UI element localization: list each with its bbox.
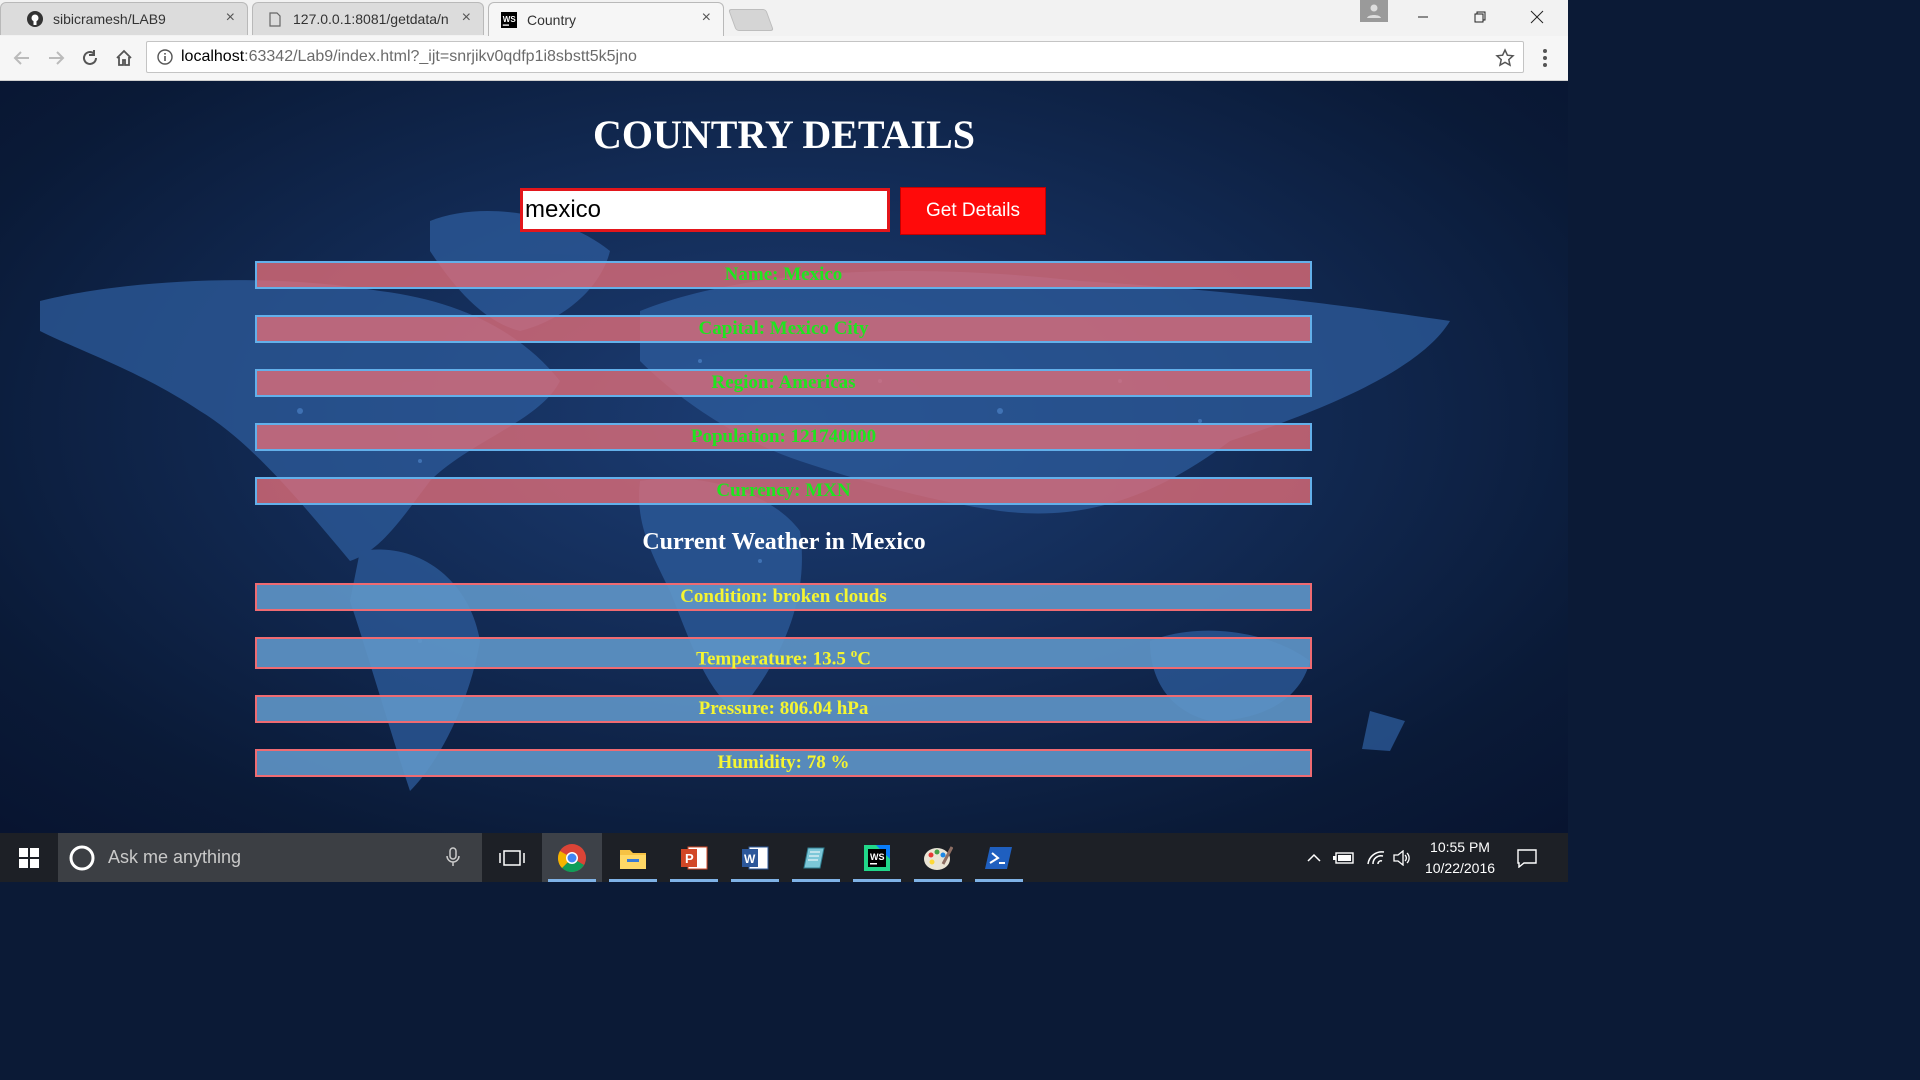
- windows-start-icon[interactable]: [0, 833, 58, 882]
- github-icon: [27, 11, 43, 27]
- address-bar[interactable]: localhost:63342/Lab9/index.html?_ijt=snr…: [146, 41, 1524, 73]
- country-search-input[interactable]: [520, 188, 890, 232]
- home-icon[interactable]: [112, 46, 136, 70]
- page-title: COUNTRY DETAILS: [593, 112, 975, 157]
- tab-label: Country: [527, 12, 577, 28]
- cortana-placeholder: Ask me anything: [108, 847, 242, 867]
- browser-tab-bar: sibicramesh/LAB9 × 127.0.0.1:8081/getdat…: [0, 0, 1568, 37]
- minimize-icon[interactable]: [1400, 0, 1446, 34]
- info-icon[interactable]: [157, 49, 173, 65]
- tab-github[interactable]: sibicramesh/LAB9 ×: [0, 2, 248, 35]
- clock-date: 10/22/2016: [1424, 860, 1496, 876]
- task-view-icon[interactable]: [482, 833, 542, 882]
- url-path: :63342/Lab9/index.html?_ijt=snrjikv0qdfp…: [244, 48, 637, 65]
- powerpoint-icon[interactable]: P: [664, 833, 724, 882]
- word-icon[interactable]: W: [725, 833, 785, 882]
- svg-text:WS: WS: [870, 852, 885, 862]
- clock-time: 10:55 PM: [1430, 839, 1490, 855]
- document-icon: [267, 11, 283, 27]
- tab-close-icon[interactable]: ×: [702, 9, 711, 27]
- paint-icon[interactable]: [908, 833, 968, 882]
- country-currency-row: Currency: MXN: [255, 477, 1312, 505]
- country-name-row: Name: Mexico: [255, 261, 1312, 289]
- webstorm-taskbar-icon[interactable]: WS: [847, 833, 907, 882]
- show-hidden-icons-icon[interactable]: [1302, 833, 1326, 882]
- country-region-row: Region: Americas: [255, 369, 1312, 397]
- chrome-taskbar-icon[interactable]: [542, 833, 602, 882]
- get-details-button[interactable]: Get Details: [900, 187, 1046, 235]
- wifi-icon[interactable]: [1362, 833, 1390, 882]
- back-icon[interactable]: [10, 46, 34, 70]
- close-window-icon[interactable]: [1514, 0, 1560, 34]
- powershell-icon[interactable]: [969, 833, 1029, 882]
- restore-icon[interactable]: [1457, 0, 1503, 34]
- tab-label: sibicramesh/LAB9: [53, 11, 166, 27]
- bookmark-star-icon[interactable]: [1495, 48, 1515, 68]
- svg-text:W: W: [744, 852, 756, 866]
- battery-icon[interactable]: [1330, 833, 1358, 882]
- weather-pressure-row: Pressure: 806.04 hPa: [255, 695, 1312, 723]
- cortana-icon: [68, 844, 96, 872]
- svg-text:WS: WS: [503, 15, 517, 24]
- forward-icon[interactable]: [44, 46, 68, 70]
- url-host: localhost: [181, 48, 245, 65]
- microphone-icon[interactable]: [446, 847, 460, 867]
- weather-heading: Current Weather in Mexico: [642, 529, 926, 555]
- tab-country[interactable]: WS Country ×: [488, 2, 724, 37]
- tab-getdata[interactable]: 127.0.0.1:8081/getdata/n ×: [252, 2, 484, 35]
- country-population-row: Population: 121740000: [255, 423, 1312, 451]
- tab-close-icon[interactable]: ×: [226, 9, 235, 27]
- new-tab-button[interactable]: [727, 9, 775, 31]
- browser-toolbar: localhost:63342/Lab9/index.html?_ijt=snr…: [0, 36, 1568, 81]
- browser-menu-icon[interactable]: [1535, 46, 1555, 70]
- weather-humidity-row: Humidity: 78 %: [255, 749, 1312, 777]
- country-capital-row: Capital: Mexico City: [255, 315, 1312, 343]
- svg-text:P: P: [685, 851, 694, 866]
- reload-icon[interactable]: [78, 46, 102, 70]
- file-explorer-icon[interactable]: [603, 833, 663, 882]
- temperature-value: Temperature: 13.5: [696, 648, 851, 670]
- action-center-icon[interactable]: [1512, 833, 1542, 882]
- weather-condition-row: Condition: broken clouds: [255, 583, 1312, 611]
- windows-taskbar: Ask me anything P W WS 10:55 PM 10/22/20…: [0, 833, 1568, 882]
- cortana-search-box[interactable]: Ask me anything: [58, 833, 482, 882]
- notepad-icon[interactable]: [786, 833, 846, 882]
- temperature-unit: C: [857, 648, 871, 670]
- tab-close-icon[interactable]: ×: [462, 9, 471, 27]
- profile-icon[interactable]: [1360, 0, 1388, 22]
- system-clock[interactable]: 10:55 PM 10/22/2016: [1410, 837, 1510, 879]
- page-viewport: COUNTRY DETAILS Get Details Name: Mexico…: [0, 81, 1568, 833]
- tab-label: 127.0.0.1:8081/getdata/n: [293, 11, 449, 27]
- webstorm-icon: WS: [501, 12, 517, 28]
- weather-temperature-row: Temperature: 13.5 oC: [255, 637, 1312, 669]
